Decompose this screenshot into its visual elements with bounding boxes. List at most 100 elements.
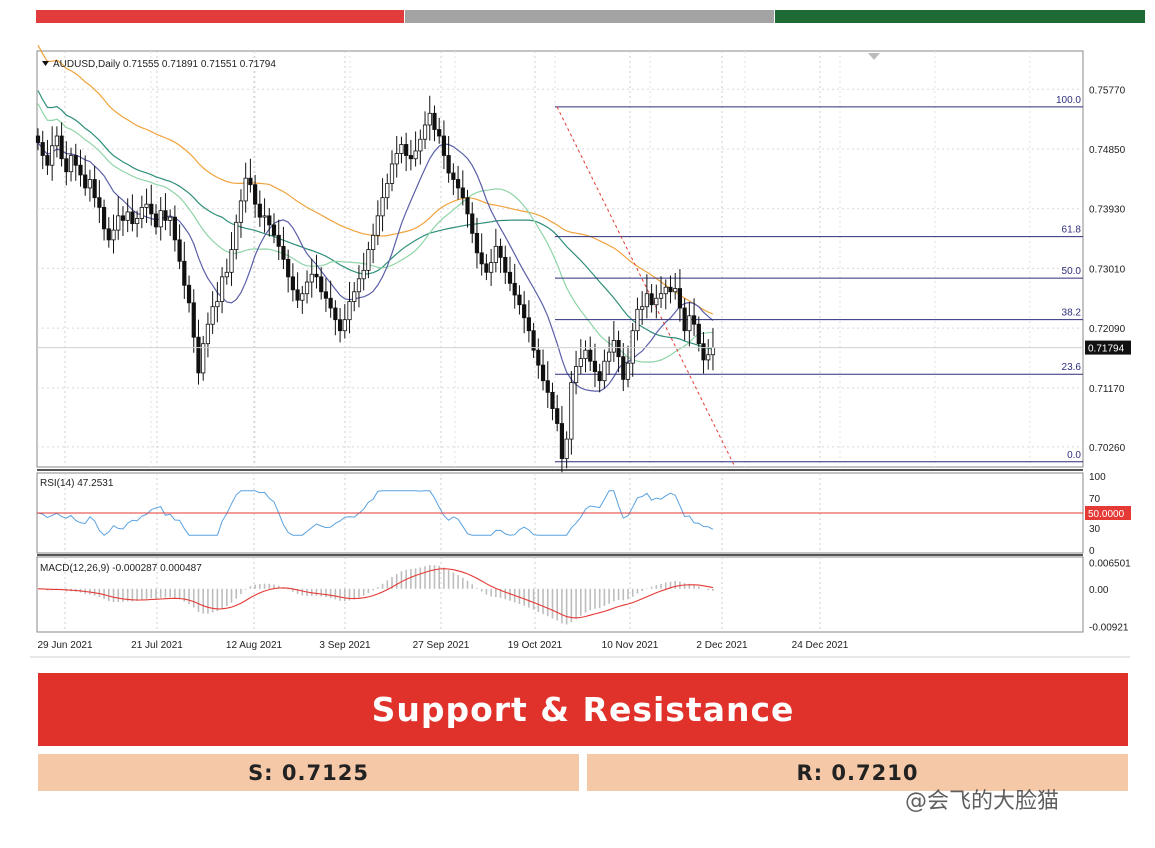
candle-body xyxy=(257,203,262,218)
candle-body xyxy=(229,249,234,273)
candle-body xyxy=(484,263,489,273)
candle-body xyxy=(465,197,470,215)
x-tick-label: 21 Jul 2021 xyxy=(131,640,183,651)
candle-body xyxy=(573,366,579,384)
ma-mid-line xyxy=(37,90,714,350)
candle-body xyxy=(59,135,64,160)
candle-body xyxy=(635,308,640,332)
candle-body xyxy=(408,155,413,160)
macd-tick-label: -0.00921 xyxy=(1089,622,1129,633)
y-tick-label: 0.71170 xyxy=(1089,384,1125,395)
rsi-level-label: 50.0000 xyxy=(1088,509,1125,520)
candle-body xyxy=(295,289,300,301)
candle-body xyxy=(375,215,380,236)
candle-body xyxy=(177,239,182,262)
candle-body xyxy=(578,358,583,367)
candle-body xyxy=(267,215,272,226)
candle-body xyxy=(592,360,598,372)
fib-level-label: 38.2 xyxy=(1062,308,1082,319)
candle-body xyxy=(696,323,701,345)
x-tick-label: 19 Oct 2021 xyxy=(508,640,563,651)
candle-body xyxy=(281,245,286,260)
candle-body xyxy=(701,343,706,361)
candle-body xyxy=(455,179,461,189)
ma-long-line xyxy=(37,44,714,315)
y-tick-label: 0.74850 xyxy=(1089,145,1126,156)
candle-body xyxy=(68,155,74,173)
candle-body xyxy=(144,203,149,208)
candle-body xyxy=(512,282,517,296)
candle-body xyxy=(366,249,371,271)
candle-body xyxy=(536,349,541,366)
y-tick-label: 0.75770 xyxy=(1089,85,1126,96)
candle-body xyxy=(361,269,366,280)
candle-body xyxy=(526,317,531,332)
y-tick-label: 0.73930 xyxy=(1089,205,1126,216)
candle-body xyxy=(555,408,560,424)
x-tick-label: 10 Nov 2021 xyxy=(602,640,659,651)
fib-level-label: 50.0 xyxy=(1062,266,1082,277)
candle-body xyxy=(309,273,314,283)
candle-body xyxy=(404,144,409,156)
macd-tick-label: 0.006501 xyxy=(1089,558,1131,569)
candle-body xyxy=(290,276,295,291)
candle-body xyxy=(503,256,508,273)
x-tick-label: 3 Sep 2021 xyxy=(319,640,371,651)
candle-body xyxy=(64,158,69,173)
candle-body xyxy=(437,129,442,137)
x-tick-label: 12 Aug 2021 xyxy=(226,640,283,651)
candle-body xyxy=(97,197,102,208)
candle-body xyxy=(583,349,588,360)
y-tick-label: 0.72090 xyxy=(1089,324,1126,335)
candle-body xyxy=(710,347,716,356)
candle-body xyxy=(691,315,697,325)
candle-body xyxy=(611,340,616,353)
candle-body xyxy=(545,380,550,393)
rsi-tick-label: 30 xyxy=(1089,524,1101,535)
candle-body xyxy=(342,319,347,332)
candle-body xyxy=(658,293,664,299)
candle-body xyxy=(73,155,78,166)
candle-body xyxy=(427,112,432,126)
candle-body xyxy=(682,307,687,332)
candle-body xyxy=(474,232,480,254)
candle-body xyxy=(172,216,177,241)
candle-body xyxy=(106,228,111,241)
candle-body xyxy=(432,112,437,130)
candle-body xyxy=(45,155,50,166)
audusd-daily-chart: 0.75770 0.74850 0.73930 0.73010 0.72090 0.711… xyxy=(30,44,1131,658)
candle-body xyxy=(186,284,192,304)
candle-body xyxy=(347,301,352,321)
candle-body xyxy=(196,336,201,374)
candle-body xyxy=(569,382,574,440)
candle-body xyxy=(470,213,475,234)
x-tick-label: 27 Sep 2021 xyxy=(413,640,470,651)
candle-body xyxy=(271,224,277,236)
candle-body xyxy=(87,179,93,189)
candle-body xyxy=(54,135,59,147)
candle-body xyxy=(413,150,418,160)
candle-body xyxy=(654,297,659,306)
candle-body xyxy=(163,210,168,221)
candle-body xyxy=(234,221,239,250)
candle-body xyxy=(191,302,196,338)
candle-body xyxy=(111,229,116,241)
dropdown-arrow-icon xyxy=(42,61,49,66)
candle-body xyxy=(243,177,248,202)
candle-body xyxy=(135,218,140,225)
candle-body xyxy=(215,301,220,308)
candle-body xyxy=(389,163,395,184)
x-tick-label: 24 Dec 2021 xyxy=(792,640,849,651)
candle-body xyxy=(323,291,329,299)
candle-body xyxy=(139,207,144,219)
candle-body xyxy=(399,144,404,154)
candle-body xyxy=(663,286,668,295)
candle-body xyxy=(130,211,135,225)
candle-body xyxy=(35,135,41,143)
candle-body xyxy=(300,293,305,301)
candle-body xyxy=(644,293,649,308)
rsi-tick-label: 0 xyxy=(1089,546,1095,557)
y-tick-label: 0.73010 xyxy=(1089,264,1126,275)
candle-body xyxy=(706,354,711,361)
watermark-text: @会飞的大脸猫 xyxy=(905,789,1060,814)
